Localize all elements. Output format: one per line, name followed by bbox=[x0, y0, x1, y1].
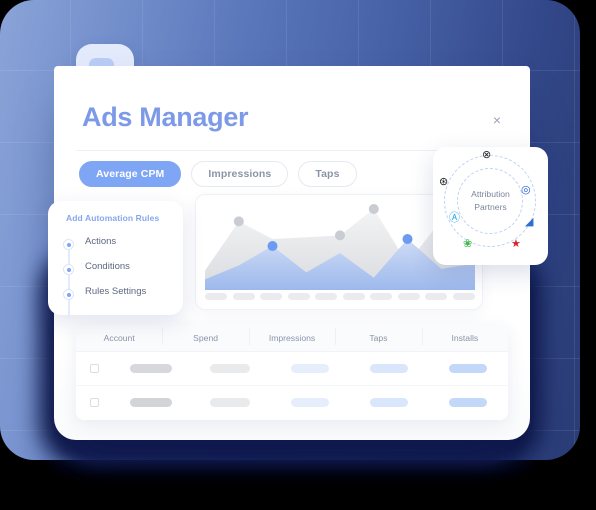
chart-tick-placeholder bbox=[287, 293, 310, 300]
row-checkbox[interactable] bbox=[90, 397, 99, 407]
close-icon[interactable]: × bbox=[488, 111, 506, 129]
table-row[interactable] bbox=[76, 352, 508, 385]
pill-taps[interactable]: Taps bbox=[298, 161, 357, 187]
circle-a-logo: Ⓐ bbox=[449, 212, 460, 224]
cell-placeholder-bar bbox=[129, 364, 172, 373]
chart-tick-placeholder bbox=[315, 293, 338, 300]
table-cell bbox=[349, 397, 428, 407]
step-dot-icon bbox=[63, 239, 74, 250]
page-title: Ads Manager bbox=[82, 102, 249, 132]
column-header-impressions: Impressions bbox=[248, 328, 335, 345]
step-dot-icon bbox=[63, 289, 74, 300]
step-dot-icon bbox=[63, 264, 74, 275]
chart-tick-placeholder bbox=[397, 293, 420, 300]
table-cell bbox=[270, 397, 349, 407]
cell-placeholder-bar bbox=[129, 397, 172, 407]
column-header-account: Account bbox=[103, 333, 135, 343]
automation-card-title: Add Automation Rules bbox=[66, 213, 160, 223]
globe-logo: ⊛ bbox=[439, 176, 449, 188]
automation-stepper: Actions Conditions Rules Settings bbox=[63, 232, 173, 318]
table-body bbox=[76, 352, 508, 418]
step-connector-line bbox=[68, 300, 70, 318]
attribution-partners-label: Attribution Partners bbox=[433, 188, 548, 214]
pill-average-cpm[interactable]: Average CPM bbox=[79, 161, 182, 187]
cell-placeholder-bar bbox=[449, 364, 488, 373]
chart-tick-placeholder bbox=[205, 293, 227, 300]
column-header-taps: Taps bbox=[335, 328, 421, 345]
row-checkbox[interactable] bbox=[90, 364, 99, 373]
pill-impressions[interactable]: Impressions bbox=[191, 161, 289, 187]
automation-step[interactable]: Actions bbox=[63, 232, 173, 268]
automation-step[interactable]: Conditions bbox=[63, 257, 173, 293]
markers-background bbox=[233, 204, 447, 241]
automation-step[interactable]: Rules Settings bbox=[63, 282, 173, 318]
star-logo: ★ bbox=[511, 238, 521, 250]
attribution-partners-card: Attribution Partners ⊗ ⊛ ◎ Ⓐ ◢ ❀ ★ bbox=[433, 147, 548, 265]
automation-step-label: Rules Settings bbox=[85, 286, 147, 297]
spiral-logo: ◎ bbox=[521, 184, 531, 196]
chart-marker bbox=[233, 216, 244, 227]
cell-placeholder-bar bbox=[290, 397, 329, 407]
table-cell bbox=[111, 364, 190, 373]
table-header-row: Account Spend Impressions Taps Installs bbox=[76, 325, 508, 352]
chart-tick-placeholder bbox=[425, 293, 448, 300]
fan-logo: ⊗ bbox=[482, 149, 492, 161]
cell-placeholder-bar bbox=[449, 397, 488, 407]
table-cell bbox=[429, 397, 508, 407]
table-cell bbox=[111, 397, 190, 407]
column-header-spend: Spend bbox=[162, 328, 248, 345]
chart-tick-placeholders bbox=[205, 293, 475, 300]
partners-label-line1: Attribution bbox=[471, 189, 510, 199]
table-cell bbox=[349, 364, 428, 373]
automation-step-label: Conditions bbox=[85, 261, 130, 272]
add-automation-rules-card: Add Automation Rules Actions Conditions Ru… bbox=[48, 201, 183, 318]
cell-placeholder-bar bbox=[210, 364, 251, 373]
butterfly-logo: ❀ bbox=[463, 238, 473, 250]
table-cell bbox=[429, 364, 508, 373]
cell-placeholder-bar bbox=[210, 397, 251, 407]
chart-tick-placeholder bbox=[232, 293, 255, 300]
metric-filter-pills: Average CPM Impressions Taps bbox=[79, 161, 357, 187]
chart-tick-placeholder bbox=[370, 293, 393, 300]
column-header-installs: Installs bbox=[421, 328, 508, 345]
window-title-row: Ads Manager × bbox=[54, 102, 530, 148]
table-cell bbox=[190, 364, 269, 373]
chart-marker bbox=[335, 230, 345, 241]
chart-tick-placeholder bbox=[260, 293, 283, 300]
chart-tick-placeholder bbox=[342, 293, 365, 300]
cell-placeholder-bar bbox=[290, 364, 329, 373]
table-cell bbox=[190, 397, 269, 407]
chart-marker bbox=[368, 204, 379, 214]
wedge-logo: ◢ bbox=[525, 216, 534, 228]
chart-marker bbox=[402, 234, 413, 244]
accounts-table: Account Spend Impressions Taps Installs bbox=[76, 325, 508, 420]
cell-placeholder-bar bbox=[369, 397, 408, 407]
chart-tick-placeholder bbox=[452, 293, 475, 300]
table-cell bbox=[270, 364, 349, 373]
cell-placeholder-bar bbox=[369, 364, 408, 373]
automation-step-label: Actions bbox=[85, 236, 117, 247]
chart-marker bbox=[267, 241, 278, 251]
table-row[interactable] bbox=[76, 385, 508, 418]
